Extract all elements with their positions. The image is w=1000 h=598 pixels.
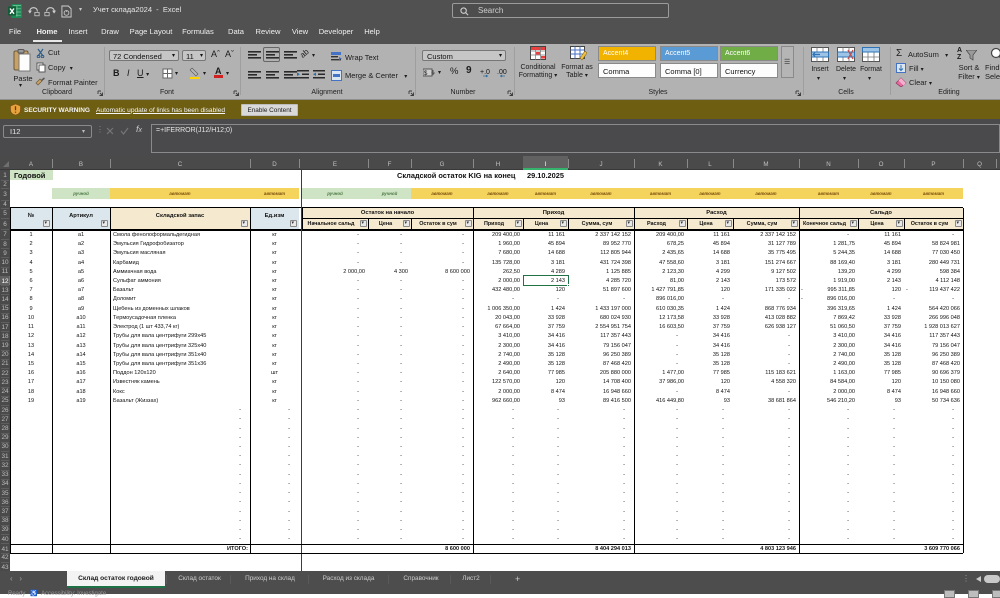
svg-text:+.0: +.0 bbox=[480, 69, 490, 76]
